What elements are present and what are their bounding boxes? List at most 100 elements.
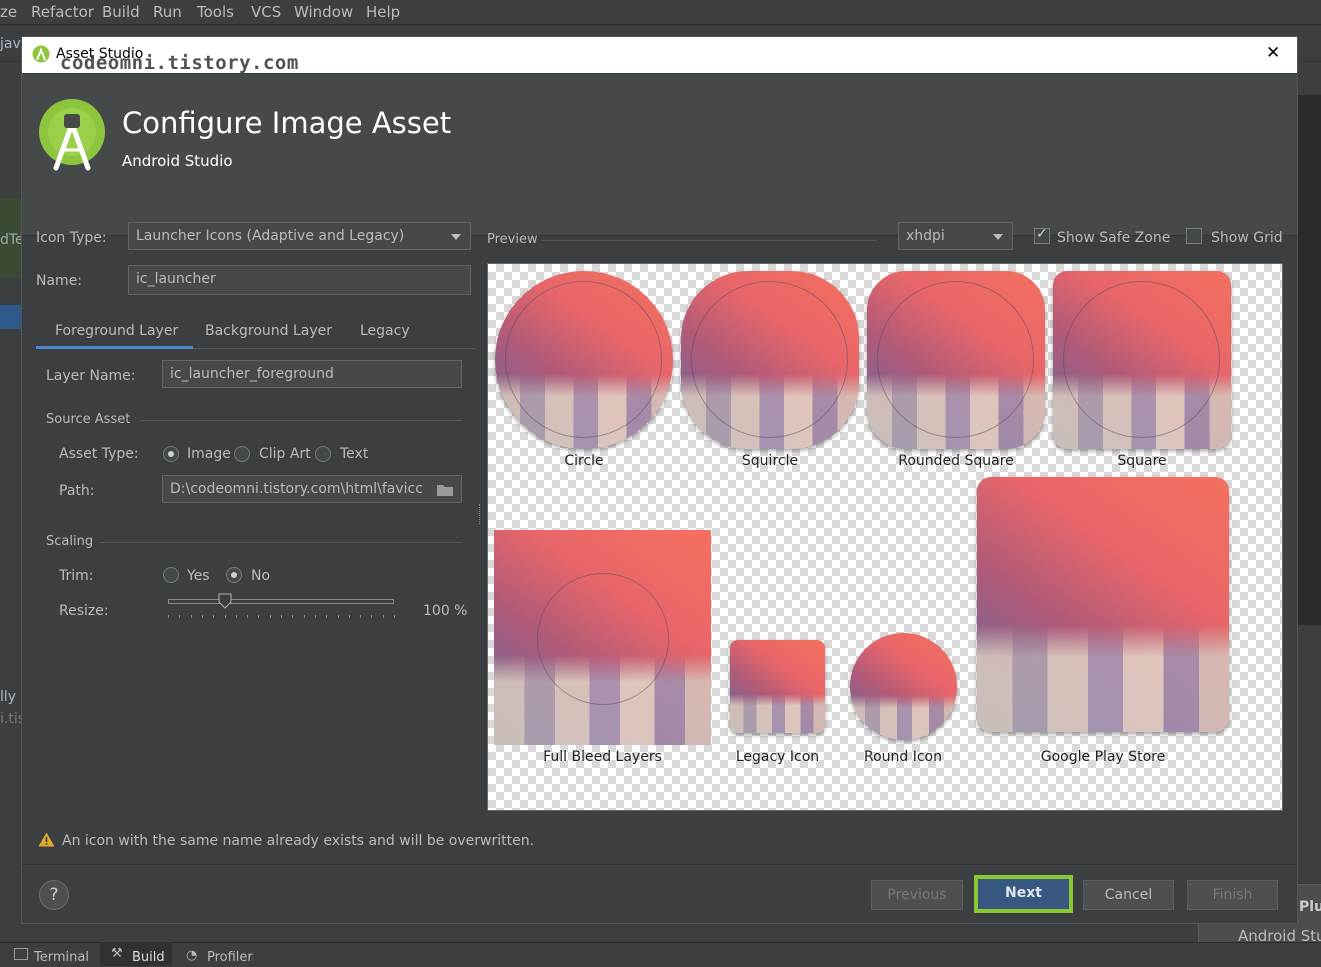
slider-tick [236, 615, 237, 618]
trim-no-radio[interactable] [226, 567, 242, 583]
preview-icon-square [1053, 271, 1231, 449]
trim-label: Trim: [59, 568, 94, 584]
resize-slider-ticks [168, 615, 395, 621]
menu-item-tools[interactable]: Tools [197, 3, 234, 21]
menu-item-window[interactable]: Window [294, 3, 353, 21]
hammer-icon: ⚒ [111, 946, 123, 961]
asset-type-text-label[interactable]: Text [340, 446, 368, 462]
name-input[interactable]: ic_launcher [128, 265, 471, 295]
dialog-heading: Configure Image Asset [122, 106, 452, 140]
source-asset-divider [139, 420, 462, 421]
asset-type-text-radio[interactable] [315, 446, 331, 462]
menu-item-analyze[interactable]: ze [0, 3, 17, 21]
density-value: xhdpi [906, 228, 945, 244]
path-value: D:\codeomni.tistory.com\html\favicc [170, 481, 423, 497]
tab-background-layer[interactable]: Background Layer [205, 323, 332, 339]
preview-caption-round: Round Icon [863, 749, 942, 765]
slider-tick [383, 615, 384, 618]
close-icon[interactable]: ✕ [1266, 43, 1280, 63]
ide-menubar: ze Refactor Build Run Tools VCS Window H… [0, 0, 1321, 25]
asset-type-image-radio[interactable] [163, 446, 179, 462]
preview-caption-play-store: Google Play Store [1040, 749, 1166, 765]
icon-type-dropdown[interactable]: Launcher Icons (Adaptive and Legacy) [128, 222, 471, 250]
source-asset-section-label: Source Asset [46, 412, 131, 427]
resize-slider-thumb[interactable] [218, 593, 232, 609]
name-label: Name: [36, 273, 83, 289]
ide-selected-row-fragment [0, 305, 21, 329]
tab-terminal[interactable]: Terminal [34, 950, 89, 965]
dialog-header: Configure Image Asset Android Studio [22, 74, 1297, 236]
next-button[interactable]: Next [978, 879, 1069, 909]
dialog-titlebar: Asset Studio codeomni.tistory.com ✕ [22, 37, 1297, 74]
slider-tick [326, 615, 327, 618]
help-button[interactable]: ? [39, 880, 69, 910]
show-grid-checkbox[interactable] [1186, 228, 1202, 244]
slider-tick [270, 615, 271, 618]
slider-tick [191, 615, 192, 618]
slider-tick [179, 615, 180, 618]
preview-icon-rounded-square [867, 271, 1045, 449]
asset-type-image-label[interactable]: Image [187, 446, 231, 462]
preview-icon-legacy [730, 640, 825, 733]
resize-slider-track[interactable] [168, 599, 394, 604]
preview-caption-rounded-square: Rounded Square [898, 453, 1014, 469]
folder-icon[interactable] [436, 483, 454, 497]
slider-tick [292, 615, 293, 618]
asset-type-label: Asset Type: [59, 446, 139, 462]
menu-item-build[interactable]: Build [102, 3, 140, 21]
asset-type-clipart-radio[interactable] [234, 446, 250, 462]
preview-canvas: Circle Squircle Rounded Square Square Fu… [487, 263, 1283, 811]
asset-type-clipart-label[interactable]: Clip Art [259, 446, 311, 462]
watermark: codeomni.tistory.com [60, 52, 299, 74]
resize-value: 100 % [423, 603, 468, 619]
slider-tick [304, 615, 305, 618]
slider-tick [247, 615, 248, 618]
menu-item-help[interactable]: Help [366, 3, 400, 21]
tab-profiler[interactable]: Profiler [207, 950, 253, 965]
menu-item-run[interactable]: Run [153, 3, 182, 21]
warning-message: An icon with the same name already exist… [62, 833, 535, 849]
terminal-icon [14, 948, 28, 960]
name-input-value: ic_launcher [136, 271, 216, 287]
slider-tick [349, 615, 350, 618]
splitter-handle[interactable] [479, 504, 482, 524]
layer-name-input[interactable]: ic_launcher_foreground [162, 360, 462, 388]
path-input[interactable]: D:\codeomni.tistory.com\html\favicc [162, 475, 462, 503]
slider-tick [338, 615, 339, 618]
preview-label: Preview [487, 232, 538, 247]
slider-tick [168, 615, 169, 618]
preview-icon-full-bleed [494, 530, 711, 745]
slider-tick [281, 615, 282, 618]
show-grid-label[interactable]: Show Grid [1211, 230, 1283, 246]
cancel-button[interactable]: Cancel [1083, 880, 1174, 910]
finish-button[interactable]: Finish [1187, 880, 1278, 910]
trim-yes-radio[interactable] [163, 567, 179, 583]
tab-legacy[interactable]: Legacy [360, 323, 410, 339]
show-safe-zone-label[interactable]: Show Safe Zone [1057, 230, 1170, 246]
preview-caption-square: Square [1117, 453, 1167, 469]
ide-bottom-toolbar [0, 942, 1321, 967]
menu-item-vcs[interactable]: VCS [251, 3, 281, 21]
slider-tick [258, 615, 259, 618]
show-safe-zone-checkbox[interactable] [1034, 226, 1050, 244]
density-dropdown[interactable]: xhdpi [898, 222, 1013, 250]
path-label: Path: [59, 483, 95, 499]
android-studio-small-icon [32, 45, 50, 63]
profiler-icon: ◔ [186, 948, 198, 963]
preview-caption-squircle: Squircle [741, 453, 799, 469]
dialog-subheading: Android Studio [122, 152, 233, 170]
slider-tick [360, 615, 361, 618]
trim-no-label[interactable]: No [251, 568, 270, 584]
tab-foreground-layer[interactable]: Foreground Layer [55, 323, 178, 339]
slider-tick [202, 615, 203, 618]
preview-icon-round [850, 633, 957, 740]
tab-build[interactable]: Build [132, 950, 165, 965]
menu-item-refactor[interactable]: Refactor [31, 3, 94, 21]
scaling-section-label: Scaling [46, 534, 94, 549]
slider-tick [213, 615, 214, 618]
footer-divider [22, 864, 1297, 865]
ide-text-fragment: lly [0, 689, 17, 705]
trim-yes-label[interactable]: Yes [187, 568, 210, 584]
previous-button[interactable]: Previous [871, 880, 963, 910]
asset-studio-dialog: Asset Studio codeomni.tistory.com ✕ Conf… [21, 36, 1298, 924]
